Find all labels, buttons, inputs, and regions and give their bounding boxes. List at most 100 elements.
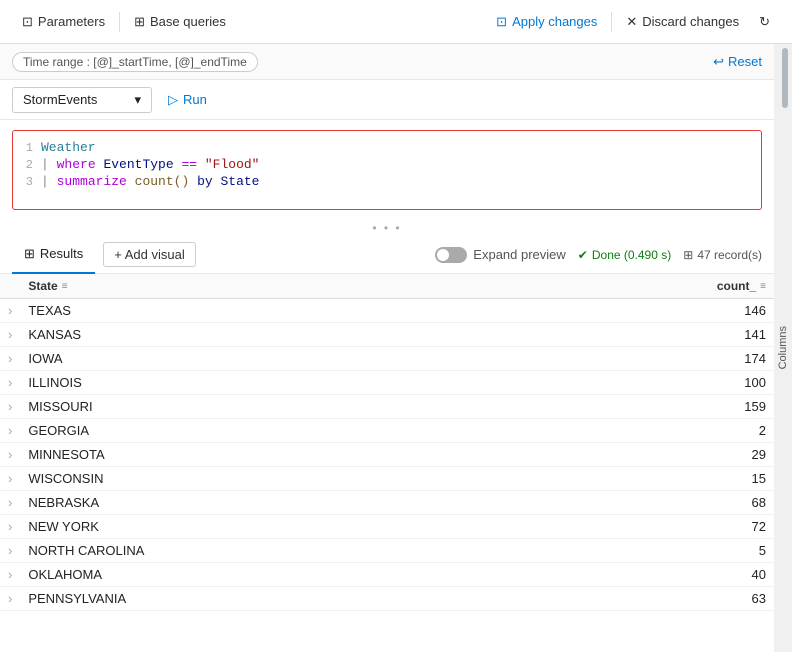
state-cell: NORTH CAROLINA: [20, 539, 525, 563]
table-row[interactable]: › NEW YORK 72: [0, 515, 774, 539]
database-selector[interactable]: StormEvents ▾: [12, 87, 152, 113]
table-row[interactable]: › OKLAHOMA 40: [0, 563, 774, 587]
time-range-selector[interactable]: Time range : [@]_startTime, [@]_endTime: [12, 52, 258, 72]
count-cell: 29: [525, 443, 774, 467]
refresh-button[interactable]: ↻: [749, 10, 780, 34]
table-row[interactable]: › IOWA 174: [0, 347, 774, 371]
table-row[interactable]: › GEORGIA 2: [0, 419, 774, 443]
scrollbar-thumb[interactable]: [782, 48, 788, 108]
row-expand[interactable]: ›: [0, 515, 20, 539]
chevron-down-icon: ▾: [134, 92, 141, 108]
refresh-icon: ↻: [759, 14, 770, 30]
table-row[interactable]: › MINNESOTA 29: [0, 443, 774, 467]
count-cell: 159: [525, 395, 774, 419]
time-range-colon: :: [83, 55, 93, 69]
base-queries-button[interactable]: ⊞ Base queries: [124, 10, 236, 34]
records-icon: ⊞: [683, 248, 693, 262]
time-range-value: [@]_startTime, [@]_endTime: [93, 55, 247, 69]
row-expand[interactable]: ›: [0, 491, 20, 515]
apply-changes-icon: ⊡: [496, 14, 507, 30]
table-row[interactable]: › WISCONSIN 15: [0, 467, 774, 491]
state-cell: TEXAS: [20, 299, 525, 323]
row-expand[interactable]: ›: [0, 419, 20, 443]
parameters-label: Parameters: [38, 14, 105, 29]
state-column-header[interactable]: State ≡: [20, 274, 525, 299]
count-column-header[interactable]: count_ ≡: [525, 274, 774, 299]
code-token: where: [57, 157, 96, 172]
table-row[interactable]: › NEBRASKA 68: [0, 491, 774, 515]
row-expand[interactable]: ›: [0, 323, 20, 347]
row-expand[interactable]: ›: [0, 395, 20, 419]
row-expand[interactable]: ›: [0, 299, 20, 323]
state-filter-icon[interactable]: ≡: [62, 281, 68, 292]
code-line-2: 2 | where EventType == "Flood": [13, 156, 761, 173]
count-cell: 100: [525, 371, 774, 395]
code-token: summarize: [57, 174, 127, 189]
expand-preview-label: Expand preview: [473, 247, 566, 262]
count-filter-icon[interactable]: ≡: [760, 281, 766, 292]
run-label: Run: [183, 92, 207, 107]
state-cell: IOWA: [20, 347, 525, 371]
query-bar: StormEvents ▾ ▷ Run: [0, 80, 774, 120]
row-expand[interactable]: ›: [0, 539, 20, 563]
data-table: State ≡ count_ ≡ ›: [0, 274, 774, 611]
close-icon: ✕: [626, 14, 637, 30]
reset-label: Reset: [728, 54, 762, 69]
row-expand[interactable]: ›: [0, 443, 20, 467]
row-expand[interactable]: ›: [0, 467, 20, 491]
time-range-bar: Time range : [@]_startTime, [@]_endTime …: [0, 44, 774, 80]
expand-header: [0, 274, 20, 299]
table-row[interactable]: › NORTH CAROLINA 5: [0, 539, 774, 563]
columns-panel-label[interactable]: Columns: [775, 322, 791, 373]
code-token: |: [41, 157, 57, 172]
add-visual-label: + Add visual: [114, 247, 184, 262]
apply-changes-button[interactable]: ⊡ Apply changes: [486, 10, 607, 34]
database-name: StormEvents: [23, 92, 97, 107]
check-icon: ✔: [578, 248, 588, 262]
right-sidebar: Columns: [774, 44, 792, 652]
code-token: ==: [181, 157, 197, 172]
results-tab[interactable]: ⊞ Results: [12, 236, 95, 274]
count-cell: 72: [525, 515, 774, 539]
table-header-row: State ≡ count_ ≡: [0, 274, 774, 299]
base-queries-icon: ⊞: [134, 14, 145, 30]
expand-preview-toggle[interactable]: [435, 247, 467, 263]
toolbar-separator: [119, 12, 120, 32]
table-row[interactable]: › TEXAS 146: [0, 299, 774, 323]
base-queries-label: Base queries: [150, 14, 226, 29]
run-button[interactable]: ▷ Run: [160, 88, 215, 112]
count-cell: 146: [525, 299, 774, 323]
reset-icon: ↩: [713, 54, 724, 70]
resize-handle[interactable]: • • •: [0, 220, 774, 236]
table-container: State ≡ count_ ≡ ›: [0, 274, 774, 630]
table-body: › TEXAS 146 › KANSAS 141 › IOWA 174 › IL…: [0, 299, 774, 611]
count-cell: 63: [525, 587, 774, 611]
results-right: Expand preview ✔ Done (0.490 s) ⊞ 47 rec…: [435, 247, 762, 263]
code-editor[interactable]: 1 Weather 2 | where EventType == "Flood"…: [12, 130, 762, 210]
reset-button[interactable]: ↩ Reset: [713, 54, 762, 70]
code-content-2: | where EventType == "Flood": [41, 157, 761, 172]
done-label: Done (0.490 s): [592, 248, 671, 262]
top-toolbar: ⊡ Parameters ⊞ Base queries ⊡ Apply chan…: [0, 0, 792, 44]
discard-changes-button[interactable]: ✕ Discard changes: [616, 10, 749, 34]
count-cell: 40: [525, 563, 774, 587]
results-grid-icon: ⊞: [24, 246, 35, 262]
row-expand[interactable]: ›: [0, 371, 20, 395]
table-row[interactable]: › MISSOURI 159: [0, 395, 774, 419]
row-expand[interactable]: ›: [0, 347, 20, 371]
table-row[interactable]: › KANSAS 141: [0, 323, 774, 347]
state-cell: PENNSYLVANIA: [20, 587, 525, 611]
parameters-button[interactable]: ⊡ Parameters: [12, 10, 115, 34]
state-cell: ILLINOIS: [20, 371, 525, 395]
row-expand[interactable]: ›: [0, 587, 20, 611]
add-visual-button[interactable]: + Add visual: [103, 242, 195, 267]
table-row[interactable]: › ILLINOIS 100: [0, 371, 774, 395]
count-cell: 174: [525, 347, 774, 371]
table-row[interactable]: › PENNSYLVANIA 63: [0, 587, 774, 611]
state-cell: KANSAS: [20, 323, 525, 347]
count-cell: 5: [525, 539, 774, 563]
row-expand[interactable]: ›: [0, 563, 20, 587]
records-count: 47 record(s): [697, 248, 762, 262]
count-cell: 141: [525, 323, 774, 347]
code-token: count(): [135, 174, 190, 189]
